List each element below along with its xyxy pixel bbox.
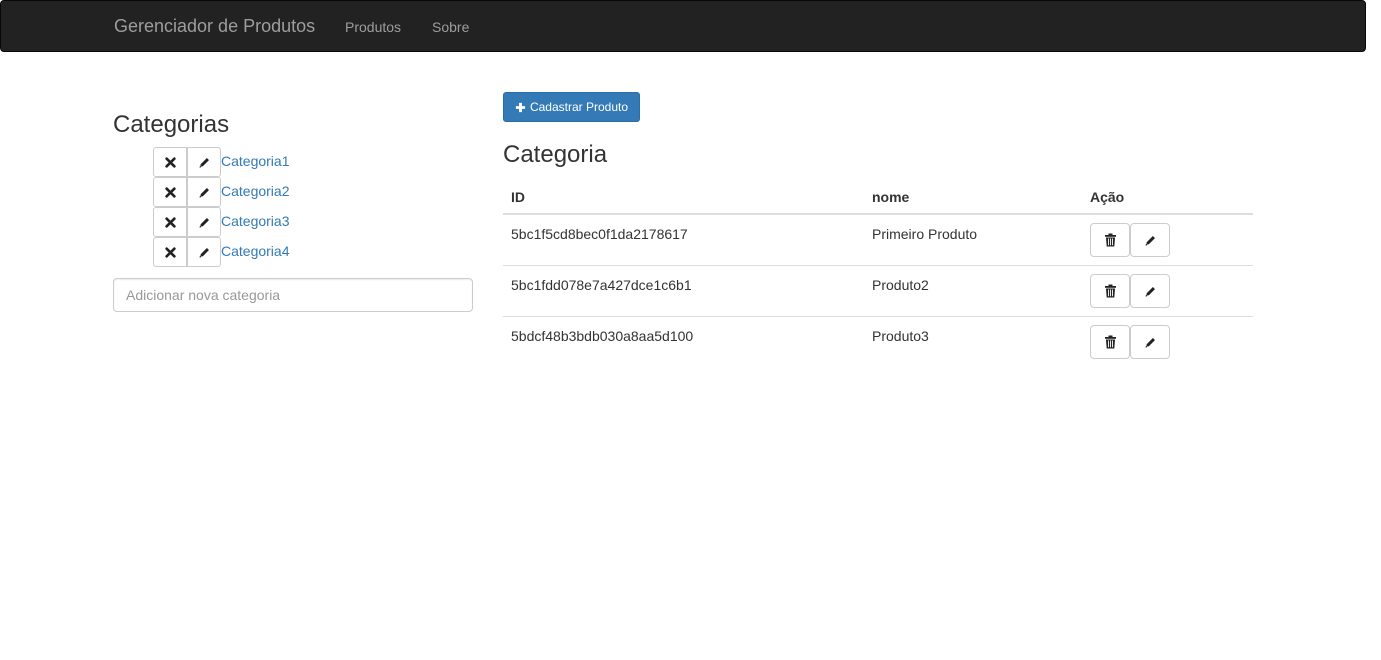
category-item: Categoria2 bbox=[153, 177, 453, 207]
delete-category-button[interactable] bbox=[153, 147, 187, 177]
pencil-icon bbox=[1144, 286, 1155, 297]
delete-category-button[interactable] bbox=[153, 237, 187, 267]
product-name: Produto3 bbox=[872, 328, 929, 344]
delete-category-button[interactable] bbox=[153, 207, 187, 237]
category-link[interactable]: Categoria4 bbox=[221, 242, 290, 260]
category-item: Categoria3 bbox=[153, 207, 453, 237]
edit-product-button[interactable] bbox=[1130, 325, 1170, 359]
edit-product-button[interactable] bbox=[1130, 223, 1170, 257]
times-icon bbox=[164, 216, 176, 228]
column-header-acao: Ação bbox=[1090, 189, 1125, 205]
table-row: 5bc1fdd078e7a427dce1c6b1 Produto2 bbox=[503, 266, 1253, 317]
products-heading: Categoria bbox=[503, 141, 608, 168]
pencil-icon bbox=[198, 157, 209, 168]
category-item: Categoria4 bbox=[153, 237, 453, 267]
categories-title: Categorias bbox=[113, 111, 230, 138]
times-icon bbox=[164, 246, 176, 258]
products-table: ID nome Ação 5bc1f5cd8bec0f1da2178617 Pr… bbox=[503, 178, 1253, 368]
edit-category-button[interactable] bbox=[187, 177, 221, 207]
pencil-icon bbox=[198, 217, 209, 228]
trash-icon bbox=[1104, 335, 1116, 349]
delete-product-button[interactable] bbox=[1090, 325, 1130, 359]
edit-category-button[interactable] bbox=[187, 207, 221, 237]
pencil-icon bbox=[1144, 337, 1155, 348]
column-header-nome: nome bbox=[872, 189, 910, 205]
pencil-icon bbox=[198, 187, 209, 198]
product-name: Primeiro Produto bbox=[872, 226, 978, 242]
add-product-label: Cadastrar Produto bbox=[529, 100, 629, 114]
add-product-button[interactable]: Cadastrar Produto bbox=[503, 92, 640, 122]
times-icon bbox=[164, 186, 176, 198]
delete-product-button[interactable] bbox=[1090, 223, 1130, 257]
pencil-icon bbox=[198, 247, 209, 258]
category-link[interactable]: Categoria2 bbox=[221, 182, 290, 200]
category-link[interactable]: Categoria1 bbox=[221, 152, 290, 170]
nav-link-produtos[interactable]: Produtos bbox=[345, 18, 401, 36]
edit-category-button[interactable] bbox=[187, 147, 221, 177]
navbar: Gerenciador de Produtos Produtos Sobre bbox=[0, 0, 1366, 52]
column-header-id: ID bbox=[511, 189, 525, 205]
trash-icon bbox=[1104, 233, 1116, 247]
delete-category-button[interactable] bbox=[153, 177, 187, 207]
times-icon bbox=[164, 156, 176, 168]
trash-icon bbox=[1104, 284, 1116, 298]
nav-link-sobre[interactable]: Sobre bbox=[432, 18, 469, 36]
product-name: Produto2 bbox=[872, 277, 929, 293]
product-id: 5bc1f5cd8bec0f1da2178617 bbox=[511, 226, 688, 242]
table-header: ID nome Ação bbox=[503, 178, 1253, 215]
category-item: Categoria1 bbox=[153, 147, 453, 177]
delete-product-button[interactable] bbox=[1090, 274, 1130, 308]
pencil-icon bbox=[1144, 235, 1155, 246]
table-row: 5bdcf48b3bdb030a8aa5d100 Produto3 bbox=[503, 317, 1253, 368]
table-row: 5bc1f5cd8bec0f1da2178617 Primeiro Produt… bbox=[503, 215, 1253, 266]
new-category-input[interactable] bbox=[113, 278, 473, 312]
edit-product-button[interactable] bbox=[1130, 274, 1170, 308]
category-link[interactable]: Categoria3 bbox=[221, 212, 290, 230]
product-id: 5bdcf48b3bdb030a8aa5d100 bbox=[511, 328, 694, 344]
navbar-brand[interactable]: Gerenciador de Produtos bbox=[114, 16, 315, 36]
edit-category-button[interactable] bbox=[187, 237, 221, 267]
plus-icon bbox=[515, 102, 526, 112]
product-id: 5bc1fdd078e7a427dce1c6b1 bbox=[511, 277, 692, 293]
